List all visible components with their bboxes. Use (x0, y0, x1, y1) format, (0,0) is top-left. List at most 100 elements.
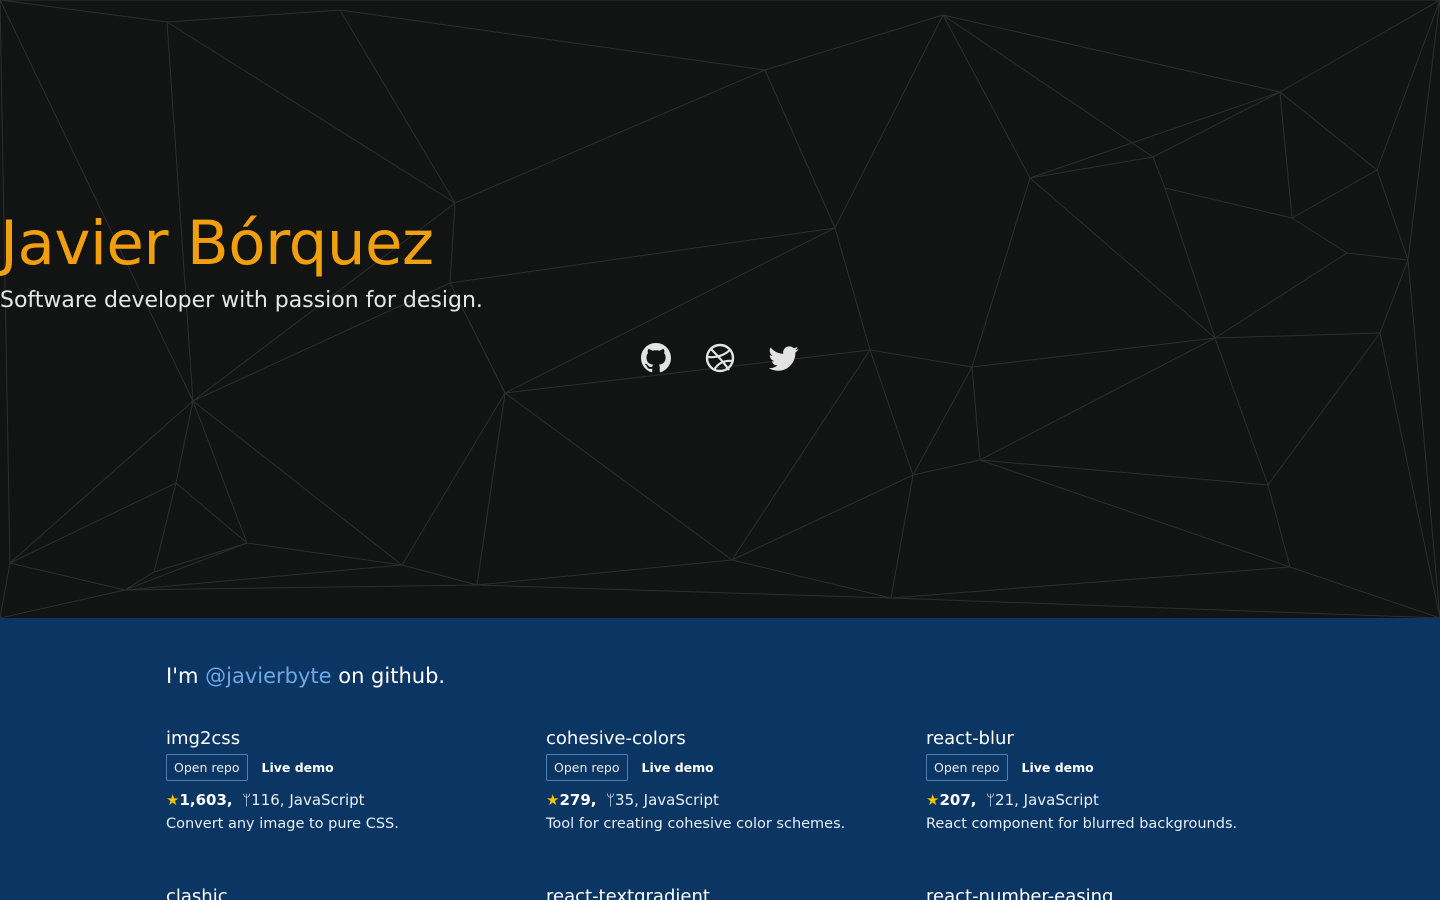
mesh-line (1267, 484, 1291, 568)
fork-count: 21, (995, 791, 1019, 809)
mesh-line (9, 482, 177, 564)
mesh-line (124, 542, 248, 591)
live-demo-link[interactable]: Live demo (1022, 760, 1094, 775)
repo-description: Convert any image to pure CSS. (166, 816, 399, 832)
mesh-line (942, 14, 1154, 158)
mesh-line (890, 474, 914, 599)
mesh-line (9, 562, 126, 591)
mesh-line (0, 0, 11, 564)
mesh-line (1376, 0, 1440, 171)
fork-count: 116, (251, 791, 285, 809)
mesh-line (1279, 91, 1378, 171)
mesh-line (1289, 566, 1440, 618)
mesh-line (1279, 91, 1293, 219)
mesh-line (0, 0, 194, 402)
mesh-line (764, 69, 836, 229)
hero-section: Javier Bórquez Software developer with p… (0, 0, 1440, 618)
twitter-icon[interactable] (769, 343, 799, 373)
repo-stats: ★207, ᛘ21, JavaScript (926, 791, 1286, 809)
mesh-line (912, 459, 981, 476)
mesh-line (476, 559, 733, 586)
mesh-line (124, 584, 478, 591)
mesh-line (504, 392, 733, 561)
mesh-line (1152, 156, 1166, 189)
mesh-line (1152, 91, 1281, 158)
fork-icon: ᛘ (242, 791, 252, 809)
repo-name[interactable]: react-number-easing (926, 886, 1113, 900)
repo-name[interactable]: clashic (166, 886, 228, 900)
star-count: 207, (939, 791, 977, 809)
star-count: 279, (559, 791, 597, 809)
repo-name: cohesive-colors (546, 728, 686, 749)
repo-card: react-blur Open repo Live demo ★207, ᛘ21… (926, 728, 1286, 832)
mesh-line (979, 459, 1291, 568)
star-count: 1,603, (179, 791, 233, 809)
repos-section: I'm @javierbyte on github. img2css Open … (0, 618, 1440, 900)
star-icon: ★ (546, 791, 560, 809)
repo-name[interactable]: react-textgradient (546, 886, 710, 900)
mesh-line (476, 392, 506, 586)
live-demo-link[interactable]: Live demo (642, 760, 714, 775)
live-demo-link[interactable]: Live demo (262, 760, 334, 775)
mesh-line (166, 9, 341, 23)
mesh-line (1379, 332, 1440, 618)
fork-icon: ᛘ (986, 791, 996, 809)
mesh-line (476, 584, 892, 599)
mesh-line (401, 392, 506, 566)
repo-language: JavaScript (643, 791, 719, 809)
mesh-line (0, 589, 126, 618)
repo-name: img2css (166, 728, 241, 749)
mesh-line (454, 69, 766, 204)
mesh-line (890, 597, 1440, 618)
star-icon: ★ (926, 791, 940, 809)
mesh-line (9, 400, 194, 564)
github-intro: I'm @javierbyte on github. (166, 664, 445, 688)
repo-card: img2css Open repo Live demo ★1,603, ᛘ116… (166, 728, 526, 832)
repo-language: JavaScript (1023, 791, 1099, 809)
repo-stats: ★1,603, ᛘ116, JavaScript (166, 791, 526, 809)
mesh-line (890, 566, 1291, 599)
repo-language: JavaScript (289, 791, 365, 809)
mesh-line (0, 0, 168, 23)
star-icon: ★ (166, 791, 180, 809)
mesh-line (153, 542, 248, 573)
mesh-line (0, 562, 11, 618)
open-repo-button[interactable]: Open repo (926, 753, 1008, 781)
repo-description: Tool for creating cohesive color schemes… (546, 816, 846, 832)
mesh-line (339, 9, 766, 71)
social-links (0, 343, 1440, 375)
fork-icon: ᛘ (606, 791, 616, 809)
repo-description: React component for blurred backgrounds. (926, 816, 1238, 832)
mesh-line (1214, 332, 1381, 339)
repo-card: cohesive-colors Open repo Live demo ★279… (546, 728, 906, 832)
mesh-line (764, 14, 944, 71)
mesh-line (834, 14, 944, 229)
dribbble-icon[interactable] (705, 343, 735, 373)
mesh-line (1279, 0, 1440, 93)
page-title: Javier Bórquez (0, 208, 434, 279)
page-subtitle: Software developer with passion for desi… (0, 288, 483, 313)
github-icon[interactable] (641, 343, 671, 373)
mesh-line (731, 349, 871, 561)
mesh-line (1407, 259, 1440, 618)
mesh-line (1029, 91, 1281, 179)
mesh-line (731, 474, 914, 561)
mesh-line (166, 21, 456, 204)
mesh-line (979, 459, 1269, 486)
mesh-line (1029, 156, 1154, 179)
github-handle-link[interactable]: @javierbyte (205, 664, 331, 688)
open-repo-button[interactable]: Open repo (546, 753, 628, 781)
mesh-line (153, 482, 177, 573)
mesh-line (339, 9, 456, 204)
repo-stats: ★279, ᛘ35, JavaScript (546, 791, 906, 809)
repo-name: react-blur (926, 728, 1014, 749)
mesh-line (401, 564, 478, 586)
mesh-line (942, 14, 1281, 93)
mesh-line (175, 482, 248, 544)
mesh-line (912, 366, 973, 476)
intro-suffix: on github. (331, 664, 446, 688)
mesh-line (731, 559, 892, 599)
mesh-line (942, 14, 1031, 179)
fork-count: 35, (615, 791, 639, 809)
open-repo-button[interactable]: Open repo (166, 753, 248, 781)
